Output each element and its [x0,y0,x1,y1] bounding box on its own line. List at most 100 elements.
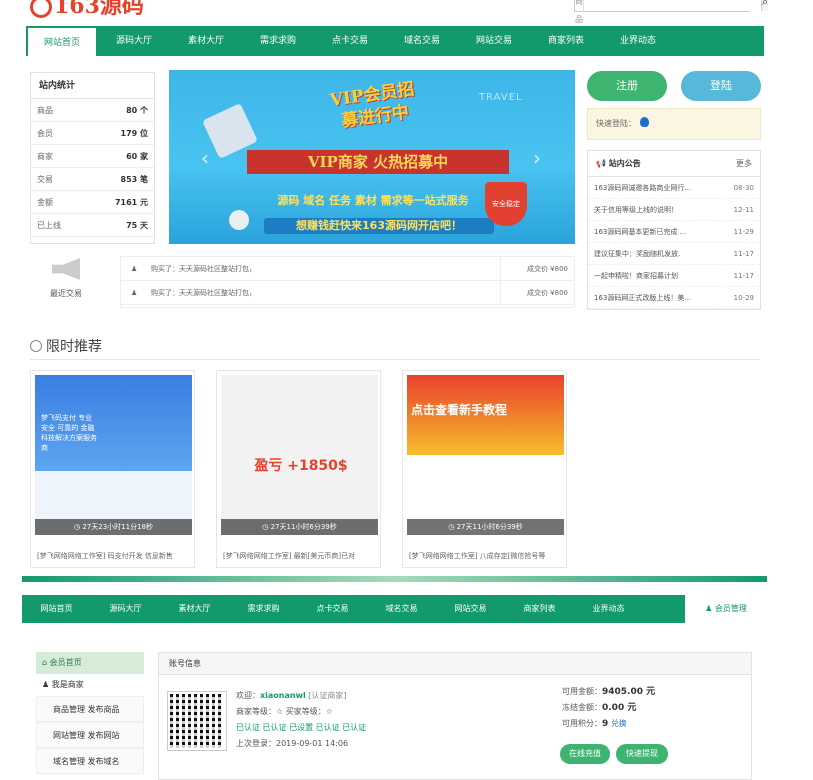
member-nav-item[interactable]: 素材大厅 [160,595,229,623]
page-divider [22,576,767,582]
balance-value: 9405.00 元 [602,687,656,697]
stat-value: 179 位 [120,128,148,138]
stat-value: 60 家 [126,151,148,161]
product-card[interactable]: 盈亏 +1850$ ◷ 27天11小时6分39秒 [梦飞网络网络工作室] 最新[美… [216,370,381,568]
member-nav: 网站首页 源码大厅 素材大厅 需求求购 点卡交易 域名交易 网站交易 商家列表 业界动态 ♟ 会员… [22,595,767,623]
product-image[interactable]: 梦飞码支付 专业 安全 可靠的 金融科技解决方案服务商 ◷ 27天23小时11分1… [35,375,192,535]
search-button[interactable]: ⌕ [761,0,769,11]
search-input[interactable] [584,0,761,11]
countdown-timer: ◷ 27天11小时6分39秒 [221,519,378,535]
stat-label: 商家 [37,151,53,161]
stat-row: 交易 853 笔 [31,168,154,191]
recent-trades-list: ♟ 购买了：天天源码社区整站打包， 成交价 ¥800 ♟ 购买了：天天源码社区整站打包，… [120,256,575,308]
product-image[interactable]: 点击查看新手教程 ◷ 27天11小时6分39秒 [407,375,564,535]
banner-travel-text: TRAVEL [479,92,523,103]
trade-price: 成交价 ¥800 [500,256,574,281]
notice-item[interactable]: 163源码网正式改版上线！美... 10-29 [588,287,760,309]
member-nav-item[interactable]: 点卡交易 [298,595,367,623]
user-icon: ♟ [131,264,138,273]
member-nav-item[interactable]: 网站交易 [436,595,505,623]
notice-item[interactable]: 建议征集中：奖励随机发放. 11-17 [588,243,760,265]
sidebar-sub-item[interactable]: 商品管理 发布商品 [36,696,144,722]
member-nav-item[interactable]: 网站首页 [22,595,91,623]
withdraw-button[interactable]: 快速提现 [616,744,668,764]
member-nav-item[interactable]: 域名交易 [367,595,436,623]
sidebar-sub-item[interactable]: 域名管理 发布域名 [36,748,144,774]
product-image[interactable]: 盈亏 +1850$ ◷ 27天11小时6分39秒 [221,375,378,535]
nav-item[interactable]: 域名交易 [386,26,458,56]
notice-item[interactable]: 163源码网诚邀各路商业网行... 08-30 [588,177,760,199]
member-nav-item[interactable]: 商家列表 [505,595,574,623]
recharge-button[interactable]: 在线充值 [560,744,610,764]
notice-date: 08-30 [733,183,754,192]
site-logo[interactable]: 163源码 [30,0,144,18]
member-manage-tab[interactable]: ♟ 会员管理 [685,595,767,623]
search-category-select[interactable]: 商品 [575,0,584,24]
promo-banner[interactable]: TRAVEL VIP会员招募进行中 ‹ › VIP商家 火热招募中 源码 域名 … [169,70,575,244]
user-icon: ♟ [131,288,138,297]
stat-row: 已上线 75 天 [31,214,154,237]
nav-item[interactable]: 业界动态 [602,26,674,56]
qr-code-image [167,691,227,751]
member-nav-item[interactable]: 源码大厅 [91,595,160,623]
notice-text[interactable]: 关于信用等级上线的说明！ [594,205,678,215]
stat-label: 金额 [37,197,53,207]
notice-text[interactable]: 一起申精啦！商家招募计划 [594,271,678,281]
shield-badge: 安全稳定 [485,182,527,226]
user-icon: ♟ [705,604,713,613]
stat-row: 商品 80 个 [31,99,154,122]
points-value: 9 [602,719,609,729]
notice-date: 11-17 [733,249,754,258]
nav-item[interactable]: 需求求购 [242,26,314,56]
product-title[interactable]: [梦飞网络网络工作室] 八成存定[微信抢号等 [409,551,564,561]
balance-info: 可用金额：9405.00 元 冻结金额：0.00 元 可用积分：9 兑换 [562,687,656,729]
nav-item[interactable]: 商家列表 [530,26,602,56]
register-button[interactable]: 注册 [587,71,667,101]
home-icon: ⌂ [42,658,48,667]
product-title[interactable]: [梦飞网络网络工作室] 码支付开发 信息新售 [37,551,192,561]
main-nav: 网站首页 源码大厅 素材大厅 需求求购 点卡交易 域名交易 网站交易 商家列表 业界动态 [26,26,764,56]
nav-item[interactable]: 素材大厅 [170,26,242,56]
notice-date: 11-17 [733,271,754,280]
nav-item[interactable]: 网站首页 [26,26,98,56]
trade-text: 购买了：天天源码社区整站打包， [151,288,256,297]
notice-text[interactable]: 建议征集中：奖励随机发放. [594,249,680,259]
product-title[interactable]: [梦飞网络网络工作室] 最新[美元币商]已对 [223,551,378,561]
product-card[interactable]: 梦飞码支付 专业 安全 可靠的 金融科技解决方案服务商 ◷ 27天23小时11分1… [30,370,195,568]
notice-item[interactable]: 一起申精啦！商家招募计划 11-17 [588,265,760,287]
member-nav-item[interactable]: 业界动态 [574,595,643,623]
product-card[interactable]: 点击查看新手教程 ◷ 27天11小时6分39秒 [梦飞网络网络工作室] 八成存定[… [402,370,567,568]
stats-title: 站内统计 [31,73,154,99]
sidebar-sub-item[interactable]: 网站管理 发布网站 [36,722,144,748]
notice-item[interactable]: 163源码网基本更新已完成 ... 11-29 [588,221,760,243]
stat-row: 金额 7161 元 [31,191,154,214]
member-nav-item[interactable]: 需求求购 [229,595,298,623]
notice-item[interactable]: 关于信用等级上线的说明！ 12-11 [588,199,760,221]
notice-date: 11-29 [733,227,754,236]
member-home-link[interactable]: ⌂ 会员首页 [36,652,144,674]
qq-icon[interactable] [640,117,649,127]
level-line: 商家等级：☆ 买家等级：☆ [236,707,333,716]
stat-value: 75 天 [126,220,148,230]
login-button[interactable]: 登陆 [681,71,761,101]
user-icon: ♟ [42,680,50,689]
stat-value: 80 个 [126,105,148,115]
stat-label: 已上线 [37,220,61,230]
banner-services: 源码 域名 任务 素材 需求等一站式服务 [277,194,469,207]
banner-next-arrow[interactable]: › [533,146,541,170]
account-title: 账号信息 [159,653,751,675]
notice-text[interactable]: 163源码网诚邀各路商业网行... [594,183,691,193]
nav-item[interactable]: 点卡交易 [314,26,386,56]
notice-text[interactable]: 163源码网基本更新已完成 ... [594,227,686,237]
stat-label: 交易 [37,174,53,184]
banner-prev-arrow[interactable]: ‹ [201,146,209,170]
notice-more-link[interactable]: 更多 [736,158,752,169]
trade-price: 成交价 ¥800 [500,280,574,305]
quick-login-label: 快速登陆： [596,119,636,128]
exchange-link[interactable]: 兑换 [611,719,627,728]
loudspeaker-icon [52,258,80,280]
countdown-timer: ◷ 27天23小时11分18秒 [35,519,192,535]
notice-text[interactable]: 163源码网正式改版上线！美... [594,293,691,303]
nav-item[interactable]: 网站交易 [458,26,530,56]
nav-item[interactable]: 源码大厅 [98,26,170,56]
